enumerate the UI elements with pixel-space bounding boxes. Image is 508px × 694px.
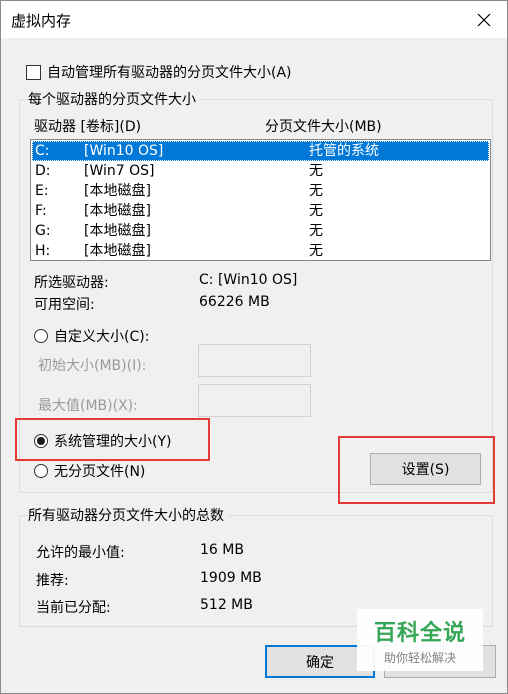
per-drive-group-label: 每个驱动器的分页文件大小 [28, 89, 200, 109]
drive-row-h[interactable]: H: [本地磁盘] 无 [32, 241, 489, 260]
drive-row-f[interactable]: F: [本地磁盘] 无 [32, 201, 489, 221]
system-managed-label: 系统管理的大小(Y) [54, 434, 172, 450]
custom-size-label: 自定义大小(C): [54, 329, 150, 345]
drive-label: [本地磁盘] [84, 183, 151, 199]
title-bar: 虚拟内存 [1, 1, 507, 38]
close-icon [477, 13, 491, 26]
drive-size: 无 [309, 163, 323, 179]
drive-row-c[interactable]: C: [Win10 OS] 托管的系统 [32, 141, 489, 161]
list-header: 驱动器 [卷标](D) 分页文件大小(MB) [34, 116, 494, 136]
drive-label: [Win7 OS] [84, 163, 155, 179]
virtual-memory-dialog: 虚拟内存 自动管理所有驱动器的分页文件大小(A) 每个驱动器的分页文件大小 驱动… [0, 0, 508, 694]
recommended-value: 1909 MB [200, 570, 262, 586]
custom-size-radio[interactable] [34, 329, 48, 343]
drive-row-g[interactable]: G: [本地磁盘] 无 [32, 221, 489, 241]
set-button[interactable]: 设置(S) [370, 453, 481, 485]
column-size-header: 分页文件大小(MB) [265, 119, 382, 135]
watermark-logo: 百科全说 助你轻松解决 [357, 609, 483, 671]
min-allowed-value: 16 MB [200, 542, 244, 558]
watermark-sub-text: 助你轻松解决 [383, 650, 456, 665]
drive-size: 无 [309, 243, 323, 259]
system-managed-radio[interactable] [34, 434, 48, 448]
drive-label: [本地磁盘] [84, 243, 151, 259]
max-size-label: 最大值(MB)(X): [38, 398, 138, 414]
selected-drive-label: 所选驱动器: [34, 275, 109, 291]
no-paging-option[interactable]: 无分页文件(N) [34, 461, 145, 481]
drive-row-e[interactable]: E: [本地磁盘] 无 [32, 181, 489, 201]
drive-letter: E: [35, 183, 49, 199]
max-size-input[interactable] [198, 384, 311, 417]
custom-size-option[interactable]: 自定义大小(C): [34, 326, 149, 346]
drive-label: [本地磁盘] [84, 223, 151, 239]
drive-list[interactable]: C: [Win10 OS] 托管的系统 D: [Win7 OS] 无 E: [本… [30, 139, 491, 261]
current-allocated-label: 当前已分配: [36, 600, 111, 616]
column-drive-header: 驱动器 [卷标](D) [34, 119, 142, 135]
drive-size: 无 [309, 203, 323, 219]
auto-manage-option[interactable]: 自动管理所有驱动器的分页文件大小(A) [26, 62, 292, 82]
initial-size-label: 初始大小(MB)(I): [38, 358, 147, 374]
drive-letter: H: [35, 243, 51, 259]
auto-manage-checkbox[interactable] [26, 64, 41, 80]
initial-size-input[interactable] [198, 344, 311, 377]
drive-letter: D: [35, 163, 51, 179]
drive-label: [Win10 OS] [84, 143, 164, 159]
current-allocated-value: 512 MB [200, 597, 253, 613]
drive-size: 无 [309, 223, 323, 239]
no-paging-radio[interactable] [34, 464, 48, 478]
selected-drive-value: C: [Win10 OS] [199, 272, 298, 288]
drive-letter: C: [35, 143, 50, 159]
close-button[interactable] [461, 1, 507, 38]
drive-label: [本地磁盘] [84, 203, 151, 219]
system-managed-option[interactable]: 系统管理的大小(Y) [34, 431, 171, 451]
watermark-main-text: 百科全说 [373, 620, 466, 646]
drive-row-d[interactable]: D: [Win7 OS] 无 [32, 161, 489, 181]
window-title: 虚拟内存 [11, 12, 72, 30]
free-space-label: 可用空间: [34, 297, 95, 313]
recommended-label: 推荐: [36, 573, 69, 589]
auto-manage-label: 自动管理所有驱动器的分页文件大小(A) [47, 65, 292, 81]
drive-letter: F: [35, 203, 47, 219]
drive-letter: G: [35, 223, 51, 239]
totals-group-label: 所有驱动器分页文件大小的总数 [28, 505, 228, 525]
drive-size: 无 [309, 183, 323, 199]
free-space-value: 66226 MB [199, 294, 270, 310]
min-allowed-label: 允许的最小值: [36, 545, 125, 561]
no-paging-label: 无分页文件(N) [54, 464, 146, 480]
drive-size: 托管的系统 [309, 143, 379, 159]
